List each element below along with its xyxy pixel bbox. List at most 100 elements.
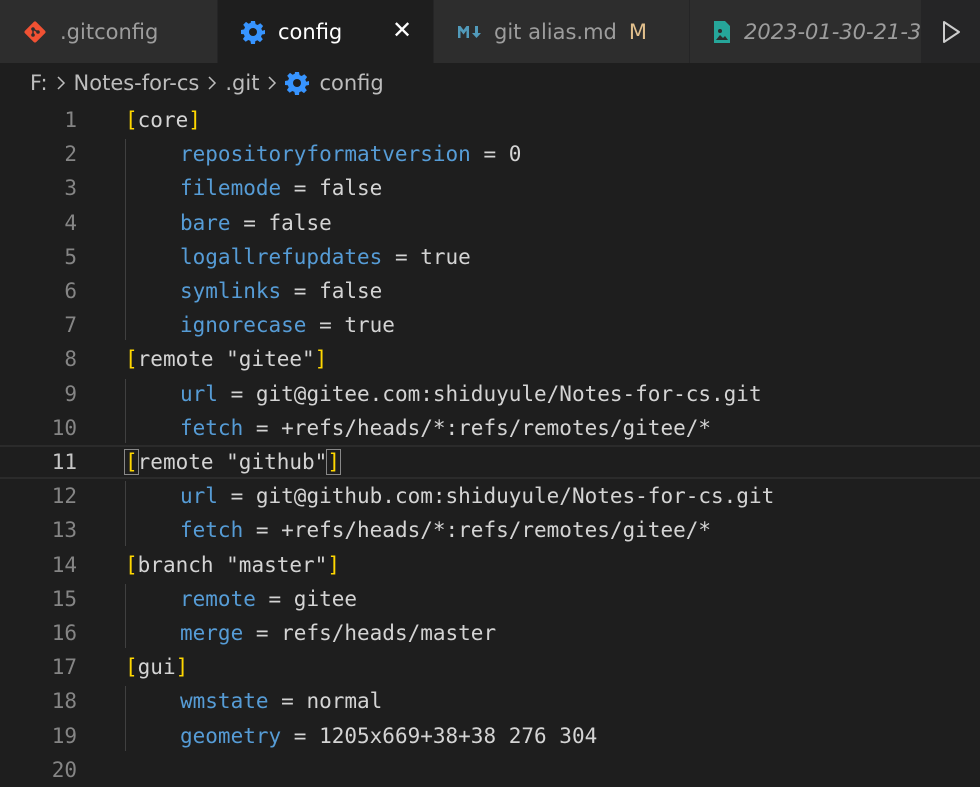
breadcrumb-item-notes-for-cs[interactable]: Notes-for-cs <box>74 71 200 95</box>
equals-sign: = <box>268 689 307 714</box>
line-number: 13 <box>51 518 77 543</box>
line-number: 6 <box>64 279 77 303</box>
code-text: url = git@github.com:shiduyule/Notes-for… <box>125 479 774 513</box>
code-editor[interactable]: 1 [core] 2 repositoryformatversion = 0 3 file… <box>0 103 980 785</box>
code-text: [branch "master"] <box>125 548 340 582</box>
line-number: 14 <box>51 552 77 577</box>
config-value: git@github.com:shiduyule/Notes-for-cs.gi… <box>255 484 775 509</box>
code-line[interactable]: 6 symlinks = false <box>0 274 980 308</box>
breadcrumb-item-config[interactable]: config <box>285 71 384 95</box>
line-number: 5 <box>64 244 77 269</box>
open-bracket: [ <box>125 347 138 372</box>
config-key: symlinks <box>180 279 282 303</box>
gear-icon <box>240 19 266 45</box>
code-line[interactable]: 8 [remote "gitee"] <box>0 342 980 376</box>
code-line[interactable]: 1 [core] <box>0 103 980 137</box>
config-value: 0 <box>508 142 522 167</box>
config-value: gitee <box>293 586 358 611</box>
code-line[interactable]: 10 fetch = +refs/heads/*:refs/remotes/git… <box>0 411 980 445</box>
code-line[interactable]: 3 filemode = false <box>0 171 980 205</box>
equals-sign: = <box>243 621 282 645</box>
line-number: 20 <box>51 757 77 782</box>
code-line[interactable]: 11 [remote "github"] <box>0 445 980 479</box>
tab-gitconfig[interactable]: .gitconfig <box>0 0 218 63</box>
line-number: 11 <box>51 450 77 474</box>
code-text: symlinks = false <box>125 274 382 308</box>
line-number: 10 <box>51 415 77 440</box>
breadcrumb-item-git[interactable]: .git <box>225 71 259 95</box>
tab-image-preview[interactable]: 2023-01-30-21-3 <box>690 0 922 63</box>
gear-icon <box>285 71 310 95</box>
config-value: normal <box>306 689 383 714</box>
open-bracket: [ <box>125 552 138 577</box>
run-button[interactable] <box>922 0 980 63</box>
line-number: 19 <box>51 723 77 748</box>
breadcrumb-label: .git <box>225 71 260 95</box>
code-line[interactable]: 12 url = git@github.com:shiduyule/Notes-f… <box>0 479 980 513</box>
tab-label: 2023-01-30-21-3 <box>744 19 922 44</box>
code-text: wmstate = normal <box>125 684 382 718</box>
open-bracket: [ <box>125 655 138 680</box>
config-key: fetch <box>180 518 244 543</box>
code-text: geometry = 1205x669+38+38 276 304 <box>125 719 597 753</box>
section-name: gui <box>137 655 176 680</box>
equals-sign: = <box>243 415 282 440</box>
code-line[interactable]: 2 repositoryformatversion = 0 <box>0 137 980 171</box>
code-line[interactable]: 14 [branch "master"] <box>0 548 980 582</box>
tab-label: .gitconfig <box>60 19 159 44</box>
code-line[interactable]: 15 remote = gitee <box>0 582 980 616</box>
breadcrumb-item-drive[interactable]: F: <box>30 71 48 95</box>
close-bracket: ] <box>326 449 341 475</box>
tab-config[interactable]: config ✕ <box>218 0 434 63</box>
code-text: filemode = false <box>125 171 382 205</box>
modified-badge: M <box>628 19 648 44</box>
code-line[interactable]: 16 merge = refs/heads/master <box>0 616 980 650</box>
line-number: 17 <box>51 655 77 680</box>
code-line[interactable]: 18 wmstate = normal <box>0 684 980 718</box>
config-key: url <box>180 381 218 406</box>
equals-sign: = <box>281 279 320 303</box>
git-icon <box>22 19 48 45</box>
open-bracket: [ <box>125 108 138 132</box>
code-text: [core] <box>125 103 201 137</box>
play-icon <box>943 20 960 43</box>
config-key: wmstate <box>180 689 269 714</box>
equals-sign: = <box>255 586 294 611</box>
line-number: 1 <box>64 108 77 132</box>
equals-sign: = <box>281 176 320 201</box>
code-line[interactable]: 5 logallrefupdates = true <box>0 240 980 274</box>
tab-git-alias-md[interactable]: git alias.md M <box>434 0 690 63</box>
code-line[interactable]: 9 url = git@gitee.com:shiduyule/Notes-for… <box>0 377 980 411</box>
code-text: url = git@gitee.com:shiduyule/Notes-for-… <box>125 377 762 411</box>
code-text: repositoryformatversion = 0 <box>125 137 521 171</box>
section-name: remote "gitee" <box>137 347 315 372</box>
code-line[interactable]: 20 <box>0 753 980 787</box>
code-line[interactable]: 17 [gui] <box>0 650 980 684</box>
config-value: false <box>319 279 383 303</box>
line-number: 3 <box>64 176 77 201</box>
close-bracket: ] <box>188 108 201 132</box>
close-bracket: ] <box>175 655 189 680</box>
equals-sign: = <box>217 381 256 406</box>
code-text: remote = gitee <box>125 582 357 616</box>
line-number: 4 <box>64 210 77 235</box>
equals-sign: = <box>470 142 509 167</box>
code-line[interactable]: 7 ignorecase = true <box>0 308 980 342</box>
close-icon[interactable]: ✕ <box>389 17 415 43</box>
breadcrumb-label: config <box>319 71 384 95</box>
config-value: 1205x669+38+38 276 304 <box>319 723 598 748</box>
code-line[interactable]: 19 geometry = 1205x669+38+38 276 304 <box>0 719 980 753</box>
config-key: fetch <box>180 415 244 440</box>
breadcrumb-label: Notes-for-cs <box>73 71 200 95</box>
code-text: logallrefupdates = true <box>125 240 471 274</box>
code-text: [remote "github"] <box>124 447 341 477</box>
code-line[interactable]: 13 fetch = +refs/heads/*:refs/remotes/git… <box>0 513 980 547</box>
section-name: branch "master" <box>137 552 328 577</box>
code-text: merge = refs/heads/master <box>125 616 496 650</box>
code-text: fetch = +refs/heads/*:refs/remotes/gitee… <box>125 513 711 547</box>
equals-sign: = <box>230 210 269 235</box>
code-line[interactable]: 4 bare = false <box>0 206 980 240</box>
line-number: 16 <box>51 621 77 645</box>
config-key: filemode <box>180 176 282 201</box>
breadcrumb: F: Notes-for-cs .git config <box>0 63 980 103</box>
